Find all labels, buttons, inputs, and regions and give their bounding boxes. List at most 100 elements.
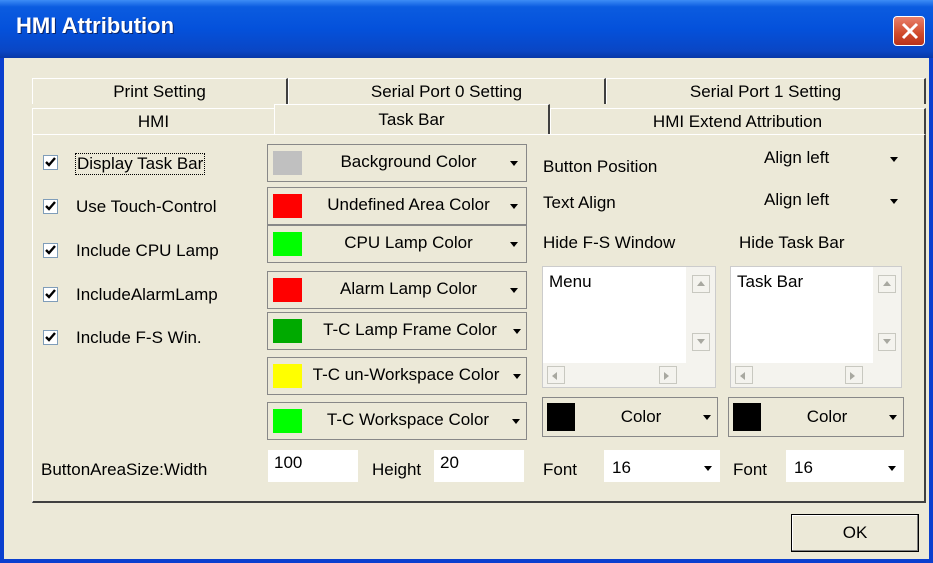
checkbox-include-cpu-lamp[interactable] xyxy=(43,243,58,258)
hide-fs-window-list[interactable]: Menu xyxy=(542,266,716,388)
close-icon xyxy=(901,22,919,40)
list-item[interactable]: Menu xyxy=(549,272,592,292)
tc-lamp-frame-color-button[interactable]: T-C Lamp Frame Color xyxy=(267,312,527,350)
arrow-up-icon xyxy=(883,281,891,286)
checkmark-icon xyxy=(45,157,56,167)
chevron-down-icon xyxy=(888,466,896,471)
tab-label: Serial Port 1 Setting xyxy=(689,82,842,101)
tab-task-bar[interactable]: Task Bar xyxy=(274,104,550,134)
color-button-label: Color xyxy=(620,407,662,426)
undefined-area-color-button[interactable]: Undefined Area Color xyxy=(267,187,527,225)
title-bar[interactable]: HMI Attribution xyxy=(0,0,933,58)
checkbox-use-touch-control[interactable] xyxy=(43,199,58,214)
tab-label: Task Bar xyxy=(378,110,445,129)
hide-task-font-label: Font xyxy=(733,460,768,479)
arrow-down-icon xyxy=(883,339,891,344)
arrow-left-icon xyxy=(740,372,745,380)
checkbox-label-include-cpu-lamp: Include CPU Lamp xyxy=(76,241,219,260)
height-value: 20 xyxy=(440,453,459,472)
height-input[interactable]: 20 xyxy=(434,450,524,482)
scroll-left-button[interactable] xyxy=(735,366,753,384)
button-area-width-label: ButtonAreaSize:Width xyxy=(41,460,208,479)
tab-hmi[interactable]: HMI xyxy=(32,108,276,134)
height-label: Height xyxy=(372,460,422,479)
scroll-left-button[interactable] xyxy=(547,366,565,384)
tab-hmi-extend-attribution[interactable]: HMI Extend Attribution xyxy=(550,108,926,134)
vertical-scrollbar[interactable] xyxy=(873,267,901,363)
checkmark-icon xyxy=(45,201,56,211)
font-size-value: 16 xyxy=(612,458,631,477)
checkmark-icon xyxy=(45,245,56,255)
scroll-up-button[interactable] xyxy=(878,275,896,293)
close-button[interactable] xyxy=(893,16,925,46)
ok-label: OK xyxy=(842,523,868,542)
horizontal-scrollbar[interactable] xyxy=(731,363,901,387)
list-item[interactable]: Task Bar xyxy=(737,272,803,292)
checkbox-label-display-task-bar: Display Task Bar xyxy=(75,153,206,175)
hide-fs-color-button[interactable]: Color xyxy=(542,397,718,437)
color-swatch xyxy=(273,194,302,218)
chevron-down-icon xyxy=(510,242,518,247)
chevron-down-icon xyxy=(889,415,897,420)
cpu-lamp-color-button[interactable]: CPU Lamp Color xyxy=(267,225,527,263)
color-button-label: Alarm Lamp Color xyxy=(340,279,477,298)
vertical-scrollbar[interactable] xyxy=(686,267,715,363)
arrow-down-icon xyxy=(697,339,705,344)
button-position-select[interactable]: Align left xyxy=(756,144,906,174)
color-swatch xyxy=(273,278,302,302)
checkbox-display-task-bar[interactable] xyxy=(43,155,58,170)
hide-fs-font-label: Font xyxy=(543,460,578,479)
chevron-down-icon xyxy=(510,204,518,209)
hide-fs-window-label: Hide F-S Window xyxy=(543,233,676,252)
chevron-down-icon xyxy=(513,374,521,379)
color-button-label: Color xyxy=(806,407,848,426)
chevron-down-icon xyxy=(513,329,521,334)
background-color-button[interactable]: Background Color xyxy=(267,144,527,182)
checkbox-include-alarm-lamp[interactable] xyxy=(43,287,58,302)
color-swatch xyxy=(273,151,302,175)
checkmark-icon xyxy=(45,289,56,299)
checkbox-include-fs-win[interactable] xyxy=(43,330,58,345)
scroll-right-button[interactable] xyxy=(845,366,863,384)
tc-workspace-color-button[interactable]: T-C Workspace Color xyxy=(267,402,527,440)
scroll-up-button[interactable] xyxy=(692,275,710,293)
tab-serial-port-1[interactable]: Serial Port 1 Setting xyxy=(606,78,926,104)
hide-fs-font-select[interactable]: 16 xyxy=(604,450,720,482)
arrow-right-icon xyxy=(850,372,855,380)
color-button-label: T-C Lamp Frame Color xyxy=(323,320,497,339)
color-button-label: Undefined Area Color xyxy=(327,195,490,214)
chevron-down-icon xyxy=(510,161,518,166)
alarm-lamp-color-button[interactable]: Alarm Lamp Color xyxy=(267,271,527,309)
horizontal-scrollbar[interactable] xyxy=(543,363,715,387)
hide-task-font-select[interactable]: 16 xyxy=(786,450,904,482)
hide-task-bar-list[interactable]: Task Bar xyxy=(730,266,902,388)
checkbox-label-include-fs-win: Include F-S Win. xyxy=(76,328,202,347)
checkmark-icon xyxy=(45,332,56,342)
color-swatch xyxy=(547,403,575,431)
checkbox-label-include-alarm-lamp: IncludeAlarmLamp xyxy=(76,285,218,304)
chevron-down-icon xyxy=(890,199,898,204)
tab-label: HMI xyxy=(137,112,170,131)
tab-print-setting[interactable]: Print Setting xyxy=(32,78,288,104)
tab-label: Serial Port 0 Setting xyxy=(370,82,523,101)
chevron-down-icon xyxy=(704,466,712,471)
hide-task-color-button[interactable]: Color xyxy=(728,397,904,437)
chevron-down-icon xyxy=(510,288,518,293)
color-swatch xyxy=(273,232,302,256)
tab-label: HMI Extend Attribution xyxy=(652,112,823,131)
scroll-down-button[interactable] xyxy=(878,333,896,351)
scroll-down-button[interactable] xyxy=(692,333,710,351)
tab-serial-port-0[interactable]: Serial Port 0 Setting xyxy=(288,78,606,104)
tc-un-workspace-color-button[interactable]: T-C un-Workspace Color xyxy=(267,357,527,395)
color-swatch xyxy=(733,403,761,431)
text-align-label: Text Align xyxy=(543,193,616,212)
scroll-right-button[interactable] xyxy=(659,366,677,384)
width-input[interactable]: 100 xyxy=(268,450,358,482)
color-button-label: T-C Workspace Color xyxy=(326,410,490,429)
ok-button[interactable]: OK xyxy=(791,514,919,552)
chevron-down-icon xyxy=(890,157,898,162)
checkbox-label-use-touch-control: Use Touch-Control xyxy=(76,197,217,216)
text-align-select[interactable]: Align left xyxy=(756,186,906,216)
arrow-up-icon xyxy=(697,281,705,286)
text-align-value: Align left xyxy=(764,190,830,209)
